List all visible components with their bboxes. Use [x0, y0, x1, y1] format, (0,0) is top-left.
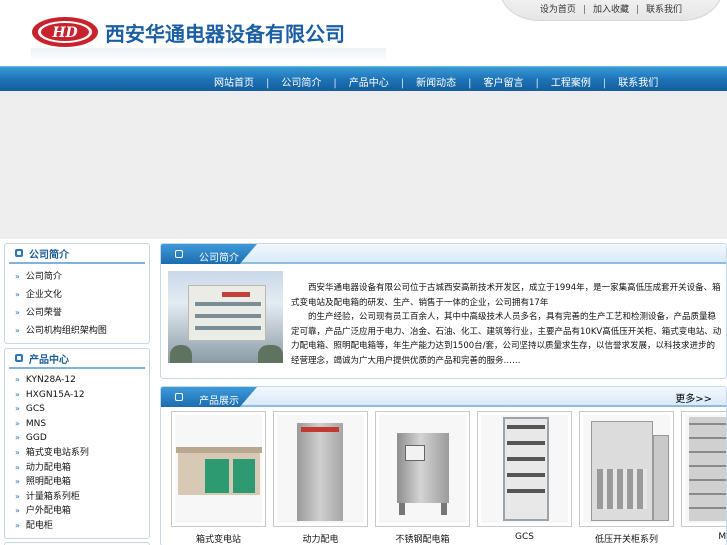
sidebar-product-item[interactable]: » 户外配电箱: [15, 504, 149, 519]
nav-item-news[interactable]: 新闻动态: [416, 74, 456, 89]
about-panel-header: 公司简介: [161, 244, 726, 264]
sidebar-item-about[interactable]: » 公司简介: [15, 268, 149, 286]
double-chevron-icon: »: [15, 308, 20, 317]
section-icon: [15, 354, 23, 362]
company-logo[interactable]: HD 西安华通电器设备有限公司: [31, 16, 345, 48]
section-icon: [15, 249, 23, 257]
about-panel-title: 公司简介: [199, 253, 239, 264]
product-image: [175, 415, 262, 523]
logo-badge-text: HD: [51, 25, 78, 41]
arrow-box-icon: [175, 250, 183, 258]
double-chevron-icon: »: [15, 491, 20, 501]
product-image: [277, 415, 364, 523]
product-name: 低压开关柜系列: [594, 535, 658, 545]
double-chevron-icon: »: [15, 433, 20, 443]
product-card[interactable]: 低压开关柜系列: [579, 411, 674, 545]
about-text: 西安华通电器设备有限公司位于古城西安高新技术开发区，成立于1994年，是一家集高…: [291, 281, 722, 368]
sidebar-product-item[interactable]: » HXGN15A-12: [15, 388, 149, 403]
sidebar-product-item[interactable]: » GCS: [15, 402, 149, 417]
sidebar-about-box: 公司简介 » 公司简介 » 企业文化 » 公司荣誉 » 公司机构组织架构图: [4, 243, 150, 344]
product-name: GCS: [515, 532, 534, 542]
products-panel-header: 产品展示 更多>>: [161, 387, 726, 407]
nav-item-contact[interactable]: 联系我们: [618, 74, 658, 89]
sidebar-product-item[interactable]: » 箱式变电站系列: [15, 446, 149, 461]
product-card[interactable]: 不锈钢配电箱: [375, 411, 470, 545]
double-chevron-icon: »: [15, 462, 20, 472]
double-chevron-icon: »: [15, 272, 20, 281]
sidebar-product-item[interactable]: » 配电柜: [15, 519, 149, 534]
divider: |: [266, 78, 270, 89]
double-chevron-icon: »: [15, 418, 20, 428]
product-name: 不锈钢配电箱: [395, 535, 450, 545]
arrow-box-icon: [175, 393, 183, 401]
divider: |: [400, 78, 405, 89]
sidebar-product-item[interactable]: » 计量箱系列柜: [15, 490, 149, 505]
divider: |: [468, 78, 472, 89]
nav-item-products[interactable]: 产品中心: [349, 74, 389, 89]
main-nav: 网站首页 | 公司简介 | 产品中心 | 新闻动态 | 客户留言 | 工程案例 | 联系我们: [0, 66, 727, 91]
about-paragraph: 西安华通电器设备有限公司位于古城西安高新技术开发区，成立于1994年，是一家集高…: [291, 283, 721, 308]
divider: |: [535, 78, 539, 89]
double-chevron-icon: »: [15, 290, 20, 299]
sidebar-product-item[interactable]: » 照明配电箱: [15, 475, 149, 490]
product-card[interactable]: MNS: [681, 411, 727, 545]
product-name: MNS: [718, 532, 727, 542]
double-chevron-icon: »: [15, 506, 20, 516]
about-paragraph: 的生产经验，公司现有员工百余人，其中中高级技术人员多名，具有完善的生产工艺和检测…: [291, 312, 722, 366]
double-chevron-icon: »: [15, 326, 20, 335]
sidebar-product-item[interactable]: » KYN28A-12: [15, 373, 149, 388]
nav-item-about[interactable]: 公司简介: [281, 74, 321, 89]
sidebar-item-org-chart[interactable]: » 公司机构组织架构图: [15, 322, 149, 340]
nav-item-home[interactable]: 网站首页: [214, 74, 254, 89]
set-homepage-link[interactable]: 设为首页: [540, 2, 576, 15]
product-image: [481, 415, 568, 523]
more-link[interactable]: 更多>>: [675, 390, 712, 405]
product-image: [685, 415, 726, 523]
sidebar-item-honors[interactable]: » 公司荣誉: [15, 304, 149, 322]
hd-badge-icon: HD: [32, 17, 98, 47]
sidebar-products-box: 产品中心 » KYN28A-12 » HXGN15A-12 » GCS » MNS » G…: [4, 348, 150, 539]
sidebar-products-title: 产品中心: [9, 349, 145, 369]
product-card[interactable]: 箱式变电站: [171, 411, 266, 545]
contact-us-link[interactable]: 联系我们: [646, 2, 682, 15]
product-name: 动力配电: [302, 535, 339, 545]
divider: |: [333, 78, 337, 89]
nav-item-guestbook[interactable]: 客户留言: [484, 74, 524, 89]
product-image: [379, 415, 466, 523]
banner-area: [0, 91, 727, 239]
product-card[interactable]: 动力配电: [273, 411, 368, 545]
company-building-photo: [168, 271, 283, 363]
sidebar-product-item[interactable]: » GGD: [15, 431, 149, 446]
logo-reflection: [31, 48, 386, 62]
divider: |: [582, 5, 586, 15]
add-favorite-link[interactable]: 加入收藏: [593, 2, 629, 15]
sidebar-product-item[interactable]: » MNS: [15, 417, 149, 432]
sidebar-about-title: 公司简介: [9, 244, 145, 264]
site-header: HD 西安华通电器设备有限公司 设为首页 | 加入收藏 | 联系我们: [0, 0, 727, 66]
top-links-bar: 设为首页 | 加入收藏 | 联系我们: [500, 0, 722, 21]
sidebar-product-item[interactable]: » 动力配电箱: [15, 461, 149, 476]
product-name: 箱式变电站: [195, 535, 241, 545]
divider: |: [636, 5, 640, 15]
about-panel: 公司简介 西安华通电器设备有限公司位于古城西安高新技术开发区，成立于1994年，…: [160, 243, 727, 379]
double-chevron-icon: »: [15, 447, 20, 457]
products-panel-title: 产品展示: [199, 396, 239, 407]
double-chevron-icon: »: [15, 520, 20, 530]
nav-item-cases[interactable]: 工程案例: [551, 74, 591, 89]
product-card[interactable]: GCS: [477, 411, 572, 545]
double-chevron-icon: »: [15, 389, 20, 399]
double-chevron-icon: »: [15, 404, 20, 414]
sidebar-item-culture[interactable]: » 企业文化: [15, 286, 149, 304]
double-chevron-icon: »: [15, 477, 20, 487]
products-panel: 产品展示 更多>> 箱式变电站 动力配电 不锈钢配电箱 GCS 低压开关柜系列 …: [160, 386, 727, 545]
divider: |: [602, 78, 607, 89]
product-image: [583, 415, 670, 523]
company-name: 西安华通电器设备有限公司: [105, 21, 345, 46]
double-chevron-icon: »: [15, 375, 20, 384]
